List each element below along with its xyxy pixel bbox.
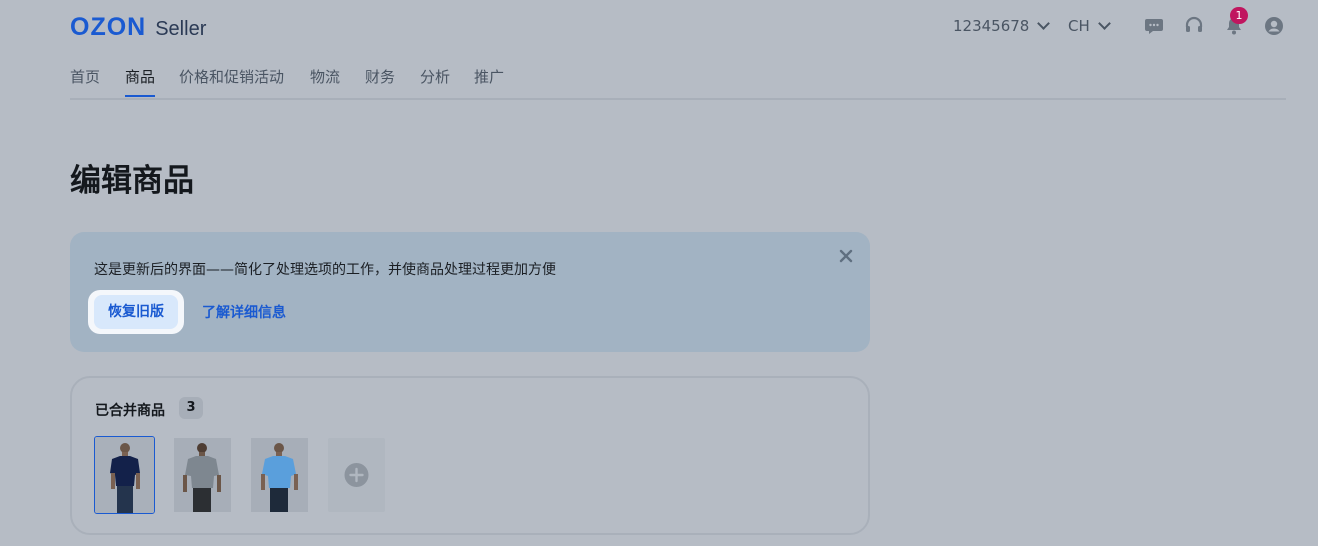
close-icon[interactable] <box>834 244 858 268</box>
learn-more-link[interactable]: 了解详细信息 <box>202 302 286 322</box>
nav-item-promotion[interactable]: 推广 <box>474 66 504 87</box>
logo-ozon-text: OZON <box>70 13 147 41</box>
notification-badge: 1 <box>1230 7 1248 24</box>
ozon-seller-logo[interactable]: OZON Seller <box>70 13 206 42</box>
tshirt-model-image <box>251 438 308 512</box>
tshirt-model-image <box>174 438 231 512</box>
banner-message: 这是更新后的界面——简化了处理选项的工作，并使商品处理过程更加方便 <box>94 262 556 278</box>
headset-icon[interactable] <box>1184 16 1204 36</box>
account-id: 12345678 <box>953 17 1030 35</box>
chevron-down-icon <box>1097 17 1111 30</box>
info-banner: 这是更新后的界面——简化了处理选项的工作，并使商品处理过程更加方便 恢复旧版 了… <box>70 232 870 352</box>
top-bar: OZON Seller 12345678 CH 1 <box>0 0 1318 56</box>
nav-item-prices-promotions[interactable]: 价格和促销活动 <box>179 66 284 87</box>
active-tab-indicator <box>125 95 155 97</box>
plus-circle-icon <box>344 463 369 487</box>
merged-products-title: 已合并商品 <box>95 403 165 419</box>
language-code: CH <box>1068 17 1090 35</box>
page-title: 编辑商品 <box>70 163 194 199</box>
restore-button-highlight: 恢复旧版 <box>88 290 184 334</box>
add-variant-button[interactable] <box>328 438 385 512</box>
user-icon[interactable] <box>1264 16 1284 36</box>
merged-products-count: 3 <box>179 397 203 419</box>
nav-item-analytics[interactable]: 分析 <box>420 66 450 87</box>
nav-item-finance[interactable]: 财务 <box>365 66 395 87</box>
product-variant-thumbnail[interactable] <box>251 438 308 512</box>
account-selector[interactable]: 12345678 <box>953 17 1051 35</box>
language-selector[interactable]: CH <box>1068 17 1111 35</box>
tshirt-model-image <box>95 437 154 513</box>
main-nav: 首页 商品 价格和促销活动 物流 财务 分析 推广 <box>70 56 1286 100</box>
restore-old-version-button[interactable]: 恢复旧版 <box>94 295 178 329</box>
product-variant-thumbnail[interactable] <box>174 438 231 512</box>
chevron-down-icon <box>1037 17 1051 30</box>
product-variant-thumbnail[interactable] <box>94 436 155 514</box>
nav-item-logistics[interactable]: 物流 <box>310 66 340 87</box>
nav-item-home[interactable]: 首页 <box>70 66 100 87</box>
nav-item-products[interactable]: 商品 <box>125 66 155 87</box>
logo-seller-text: Seller <box>155 18 207 40</box>
merged-products-panel: 已合并商品 3 <box>70 376 870 535</box>
chat-icon[interactable] <box>1144 16 1164 36</box>
